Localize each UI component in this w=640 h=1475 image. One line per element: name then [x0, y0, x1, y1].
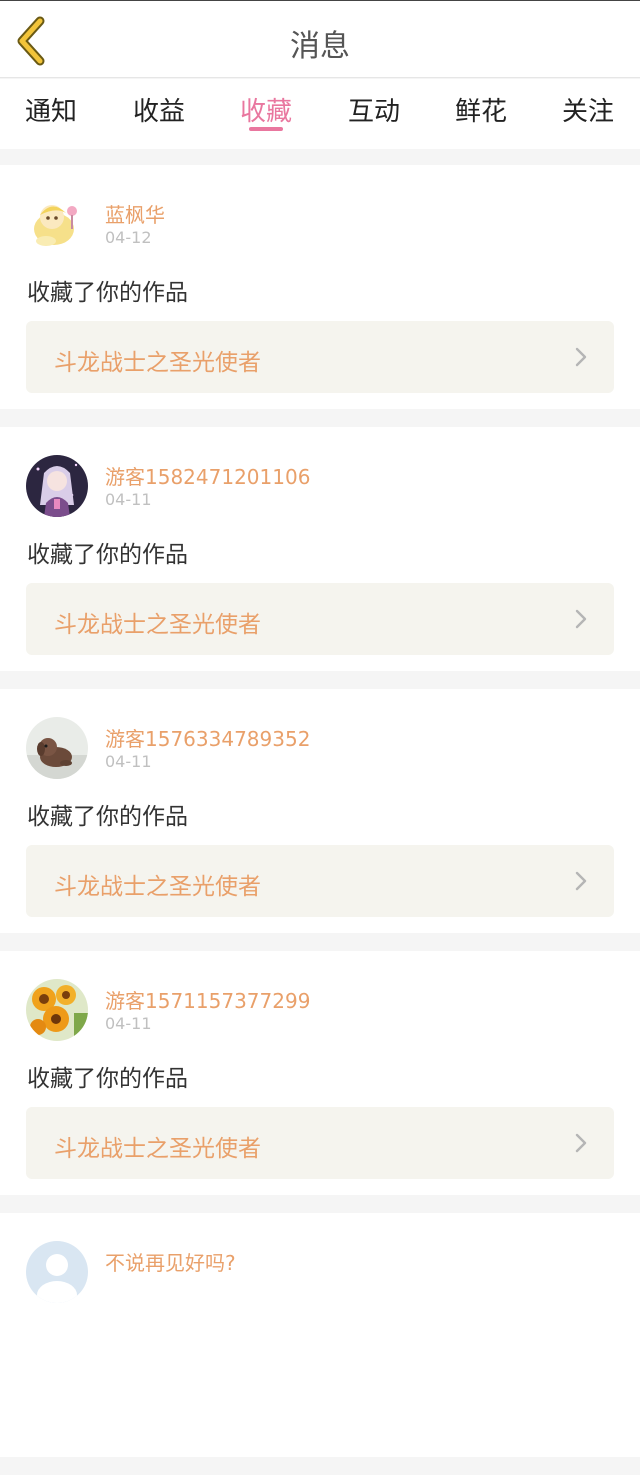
message-card: 游客1571157377299 04-11 收藏了你的作品 斗龙战士之圣光使者	[0, 951, 640, 1195]
avatar[interactable]	[26, 717, 88, 779]
active-tab-indicator	[249, 127, 283, 131]
message-card: 游客1582471201106 04-11 收藏了你的作品 斗龙战士之圣光使者	[0, 427, 640, 671]
chevron-right-icon	[575, 871, 587, 891]
avatar[interactable]	[26, 979, 88, 1041]
tab-flowers[interactable]: 鲜花	[431, 91, 531, 128]
message-card: 不说再见好吗?	[0, 1213, 640, 1457]
work-link[interactable]: 斗龙战士之圣光使者	[26, 1107, 614, 1179]
user-name[interactable]: 游客1582471201106	[105, 461, 310, 490]
message-text: 收藏了你的作品	[27, 1066, 188, 1092]
message-date: 04-11	[105, 490, 152, 509]
avatar[interactable]	[26, 1241, 88, 1303]
cartoon-girl-avatar-icon	[26, 193, 88, 255]
user-name[interactable]: 不说再见好吗?	[105, 1247, 236, 1276]
message-text: 收藏了你的作品	[27, 280, 188, 306]
work-link[interactable]: 斗龙战士之圣光使者	[26, 583, 614, 655]
message-text: 收藏了你的作品	[27, 542, 188, 568]
message-card: 游客1576334789352 04-11 收藏了你的作品 斗龙战士之圣光使者	[0, 689, 640, 933]
message-card: 蓝枫华 04-12 收藏了你的作品 斗龙战士之圣光使者	[0, 165, 640, 409]
tab-notifications[interactable]: 通知	[1, 91, 101, 128]
work-link[interactable]: 斗龙战士之圣光使者	[26, 321, 614, 393]
message-date: 04-11	[105, 752, 152, 771]
tab-interactions[interactable]: 互动	[324, 91, 424, 128]
user-name[interactable]: 游客1571157377299	[105, 985, 310, 1014]
tab-follows[interactable]: 关注	[538, 91, 638, 128]
avatar[interactable]	[26, 455, 88, 517]
puppy-avatar-icon	[26, 717, 88, 779]
top-bar: 消息	[0, 0, 640, 78]
anime-girl-avatar-icon	[26, 455, 88, 517]
work-title: 斗龙战士之圣光使者	[54, 874, 261, 900]
work-title: 斗龙战士之圣光使者	[54, 350, 261, 376]
chevron-right-icon	[575, 347, 587, 367]
message-date: 04-12	[105, 228, 152, 247]
page-title: 消息	[290, 29, 350, 64]
chevron-right-icon	[575, 1133, 587, 1153]
sunflower-avatar-icon	[26, 979, 88, 1041]
tab-bar: 通知 收益 收藏 互动 鲜花 关注	[0, 79, 640, 149]
message-list: 蓝枫华 04-12 收藏了你的作品 斗龙战士之圣光使者 游客1582471201…	[0, 165, 640, 1475]
tab-earnings[interactable]: 收益	[109, 91, 209, 128]
work-title: 斗龙战士之圣光使者	[54, 612, 261, 638]
tab-favorites[interactable]: 收藏	[216, 91, 316, 128]
work-title: 斗龙战士之圣光使者	[54, 1136, 261, 1162]
avatar[interactable]	[26, 193, 88, 255]
user-name[interactable]: 游客1576334789352	[105, 723, 310, 752]
chevron-right-icon	[575, 609, 587, 629]
message-text: 收藏了你的作品	[27, 804, 188, 830]
work-link[interactable]: 斗龙战士之圣光使者	[26, 845, 614, 917]
message-date: 04-11	[105, 1014, 152, 1033]
user-name[interactable]: 蓝枫华	[105, 199, 165, 228]
default-avatar-icon	[26, 1241, 88, 1303]
